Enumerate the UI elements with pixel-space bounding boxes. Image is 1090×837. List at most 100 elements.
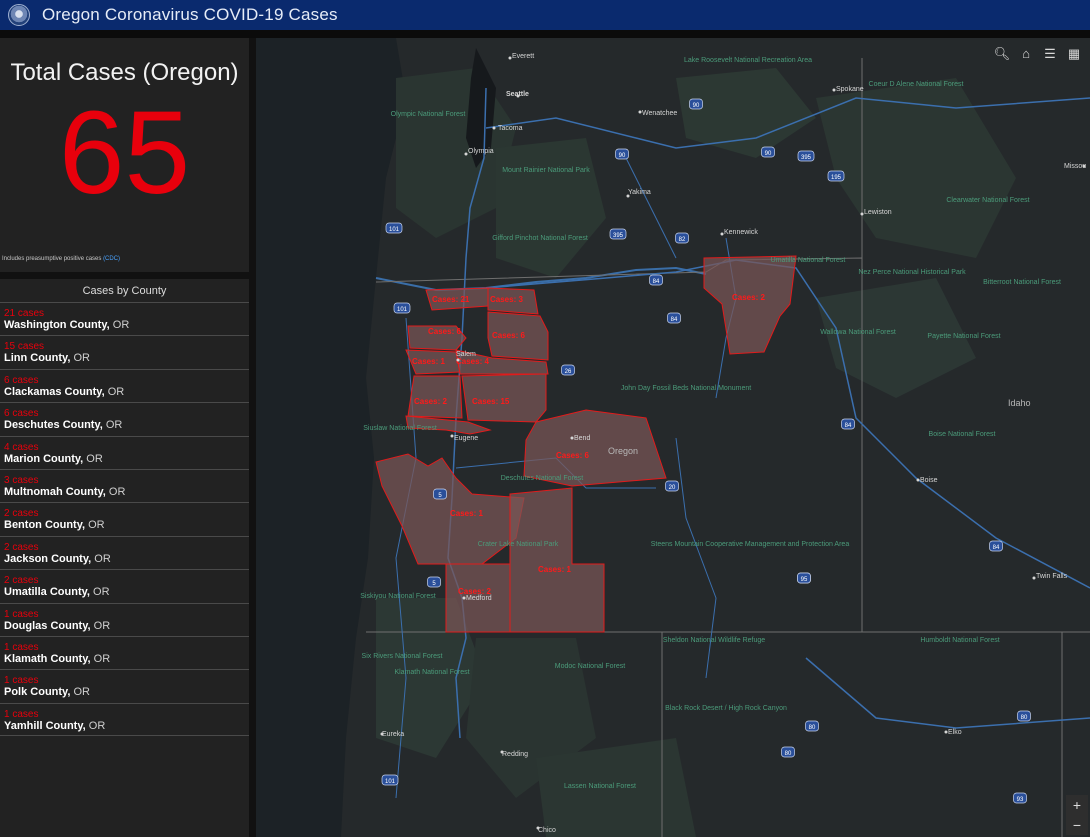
highway-number: 90 — [619, 153, 626, 159]
county-list-item[interactable]: 1 cases Klamath County, OR — [0, 635, 249, 669]
county-name: Jackson County, OR — [4, 552, 111, 565]
city-label: Elko — [948, 729, 962, 736]
map-case-label: Cases: 2 — [414, 397, 447, 406]
highway-number: 395 — [801, 155, 812, 161]
county-list-item[interactable]: 4 cases Marion County, OR — [0, 435, 249, 469]
county-list-item[interactable]: 1 cases Polk County, OR — [0, 669, 249, 702]
city-label: Twin Falls — [1036, 573, 1068, 580]
map-case-label: Cases: 21 — [432, 295, 470, 304]
place-label: Umatilla National Forest — [771, 257, 846, 264]
county-name: Linn County, OR — [4, 352, 90, 365]
place-label: Crater Lake National Park — [478, 541, 559, 548]
county-name: Clackamas County, OR — [4, 385, 125, 398]
highway-shield: 82 — [675, 232, 689, 244]
header-gap — [0, 30, 1090, 38]
place-label: Siskiyou National Forest — [360, 593, 436, 600]
zoom-out-button[interactable]: − — [1066, 815, 1088, 835]
highway-number: 84 — [845, 423, 852, 429]
legend-icon[interactable]: ☰ — [1040, 44, 1060, 64]
county-name: Benton County, OR — [4, 519, 105, 532]
highway-number: 90 — [765, 151, 772, 157]
county-name: Multnomah County, OR — [4, 485, 126, 498]
highway-shield: 5 — [427, 576, 441, 588]
highway-shield: 395 — [797, 150, 815, 162]
highway-shield: 101 — [393, 302, 411, 314]
map-case-label: Cases: 3 — [490, 295, 523, 304]
highway-shield: 84 — [841, 418, 855, 430]
cdc-link[interactable]: (CDC) — [103, 256, 120, 262]
total-cases-title: Total Cases (Oregon) — [10, 59, 239, 86]
highway-shield: 101 — [381, 774, 399, 786]
place-label: Steens Mountain Cooperative Management a… — [651, 541, 850, 548]
county-name: Yamhill County, OR — [4, 719, 106, 732]
highway-shield: 395 — [609, 228, 627, 240]
county-case-count: 6 cases — [4, 408, 39, 420]
county-list-item[interactable]: 6 cases Deschutes County, OR — [0, 402, 249, 435]
map-case-label: Cases: 15 — [472, 397, 510, 406]
total-cases-value: 65 — [58, 87, 191, 219]
county-case-count: 15 cases — [4, 341, 45, 353]
highway-shield: 26 — [561, 364, 575, 376]
map-case-label: Cases: 4 — [456, 357, 489, 366]
county-case-count: 1 cases — [4, 608, 39, 620]
place-label: Boise National Forest — [929, 431, 996, 438]
city-label: Eugene — [454, 435, 478, 442]
highway-shield: 20 — [665, 480, 679, 492]
city-label: Tacoma — [498, 125, 523, 132]
county-list-item[interactable]: 1 cases Yamhill County, OR — [0, 702, 249, 737]
map-case-label: Cases: 2 — [732, 293, 765, 302]
total-cases-panel: Total Cases (Oregon) 65 Includes preasum… — [0, 38, 249, 272]
basemap-icon[interactable]: ▦ — [1064, 44, 1084, 64]
county-case-count: 3 cases — [4, 474, 39, 486]
city-label: Seattle — [506, 91, 529, 98]
highway-shield: 93 — [1013, 792, 1027, 804]
county-list-item[interactable]: 2 cases Jackson County, OR — [0, 535, 249, 569]
map-view[interactable]: Cases: 21 Cases: 3 Cases: 6 Cases: 6 Cas… — [256, 38, 1090, 837]
oregon-seal-icon — [8, 4, 30, 26]
highway-number: 90 — [693, 103, 700, 109]
county-list-item[interactable]: 15 cases Linn County, OR — [0, 335, 249, 368]
map-case-label: Cases: 6 — [556, 451, 589, 460]
highway-number: 82 — [679, 237, 686, 243]
place-label: Clearwater National Forest — [946, 197, 1029, 204]
city-label: Kennewick — [724, 229, 758, 236]
highway-number: 80 — [1021, 715, 1028, 721]
city-label: Boise — [920, 477, 938, 484]
county-case-count: 1 cases — [4, 641, 39, 653]
county-case-count: 1 cases — [4, 708, 39, 720]
county-list-item[interactable]: 3 cases Multnomah County, OR — [0, 468, 249, 502]
place-label: Sheldon National Wildlife Refuge — [663, 637, 765, 644]
county-case-count: 2 cases — [4, 508, 39, 520]
county-name: Klamath County, OR — [4, 652, 111, 665]
highway-number: 80 — [785, 751, 792, 757]
place-label: Lassen National Forest — [564, 783, 636, 790]
county-name: Douglas County, OR — [4, 619, 111, 632]
highway-shield: 84 — [989, 540, 1003, 552]
place-label: Humboldt National Forest — [920, 637, 999, 644]
highway-number: 20 — [669, 485, 676, 491]
city-label: Everett — [512, 53, 534, 60]
highway-shield: 80 — [1017, 710, 1031, 722]
city-label: Eureka — [382, 731, 404, 738]
basemap[interactable]: Cases: 21 Cases: 3 Cases: 6 Cases: 6 Cas… — [256, 38, 1090, 837]
app-title: Oregon Coronavirus COVID-19 Cases — [42, 5, 338, 24]
city-label: Medford — [466, 595, 492, 602]
county-list-item[interactable]: 21 cases Washington County, OR — [0, 302, 249, 335]
county-list-item[interactable]: 6 cases Clackamas County, OR — [0, 368, 249, 402]
highway-number: 84 — [993, 545, 1000, 551]
county-list-item[interactable]: 2 cases Benton County, OR — [0, 502, 249, 535]
home-icon[interactable]: ⌂ — [1016, 44, 1036, 64]
highway-shield: 84 — [667, 312, 681, 324]
county-list-item[interactable]: 1 cases Douglas County, OR — [0, 602, 249, 636]
place-label: Bitterroot National Forest — [983, 279, 1061, 286]
state-label: Oregon — [608, 446, 638, 456]
county-list-item[interactable]: 2 cases Umatilla County, OR — [0, 569, 249, 602]
highway-number: 95 — [801, 577, 808, 583]
county-name: Umatilla County, OR — [4, 586, 110, 599]
place-label: Mount Rainier National Park — [502, 167, 590, 174]
county-name: Washington County, OR — [4, 319, 130, 331]
city-label: Chico — [538, 827, 556, 834]
place-label: Black Rock Desert / High Rock Canyon — [665, 705, 787, 712]
search-icon[interactable]: 🔍︎ — [992, 44, 1012, 64]
zoom-in-button[interactable]: + — [1066, 795, 1088, 815]
